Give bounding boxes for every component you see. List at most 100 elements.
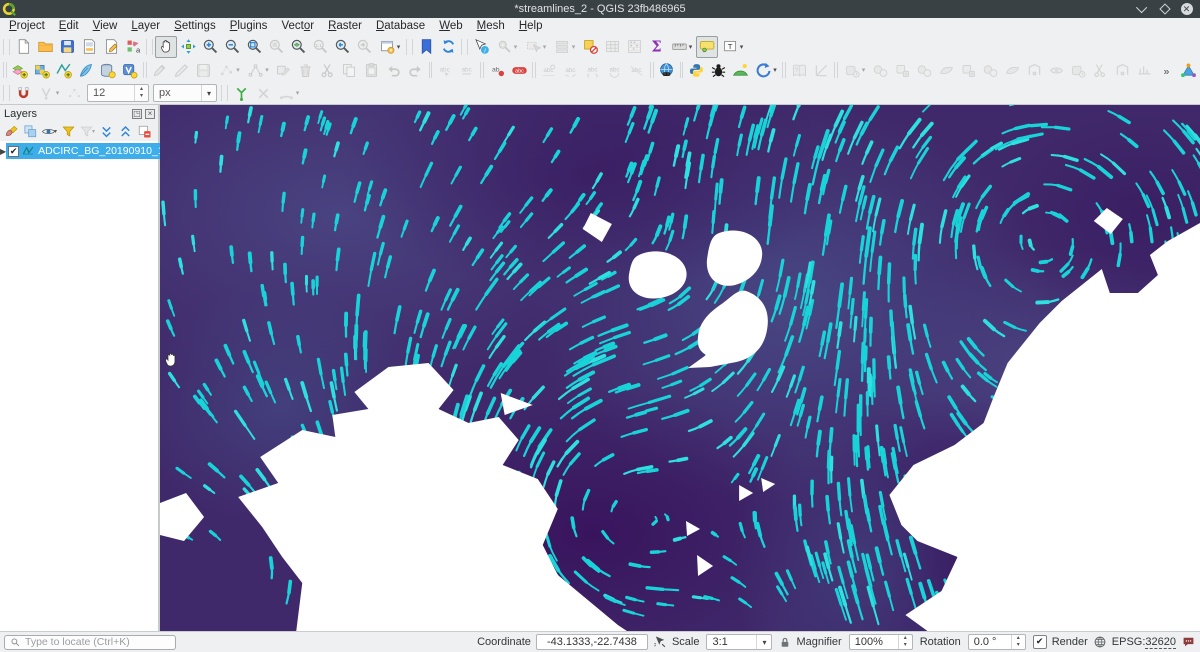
menu-web[interactable]: Web bbox=[432, 18, 469, 35]
mouse-extent-icon[interactable] bbox=[653, 635, 667, 649]
add-delimited-text-layer-button[interactable] bbox=[75, 59, 97, 81]
show-bookmarks-button[interactable] bbox=[415, 36, 437, 58]
xgray-icon bbox=[255, 85, 272, 102]
add-vector-layer-button[interactable] bbox=[9, 59, 31, 81]
layer-visibility-checkbox[interactable]: ✔ bbox=[8, 146, 19, 157]
enable-tracing-button[interactable] bbox=[230, 82, 252, 104]
menu-help[interactable]: Help bbox=[512, 18, 550, 35]
grass-tools-button[interactable] bbox=[729, 59, 751, 81]
menu-plugins[interactable]: Plugins bbox=[223, 18, 275, 35]
remove-layer-button[interactable] bbox=[135, 122, 153, 140]
python-console-button[interactable] bbox=[685, 59, 707, 81]
processing-history-button[interactable]: ▾ bbox=[751, 59, 780, 81]
dotsgray-icon bbox=[66, 85, 83, 102]
dropdown-caret-icon: ▾ bbox=[862, 66, 866, 74]
add-mesh-layer-button[interactable] bbox=[53, 59, 75, 81]
toolbar-separator bbox=[3, 62, 7, 78]
metasearch-button[interactable] bbox=[656, 59, 678, 81]
locate-input[interactable]: Type to locate (Ctrl+K) bbox=[4, 635, 176, 650]
pan-map-button[interactable] bbox=[155, 36, 177, 58]
menu-view[interactable]: View bbox=[86, 18, 125, 35]
open-layer-styling-button[interactable] bbox=[2, 122, 20, 140]
add-virtual-layer-button[interactable] bbox=[119, 59, 141, 81]
measure-line-button[interactable]: ▾ bbox=[667, 36, 696, 58]
panel-close-icon[interactable]: × bbox=[145, 109, 155, 119]
toolbar-separator bbox=[834, 62, 838, 78]
toolbar-separator bbox=[3, 39, 10, 55]
deselect-all-button[interactable] bbox=[579, 36, 601, 58]
snapping-units-combo[interactable]: px▾ bbox=[153, 84, 217, 102]
messages-icon[interactable] bbox=[1181, 635, 1196, 649]
menu-database[interactable]: Database bbox=[369, 18, 432, 35]
style-manager-button[interactable]: a bbox=[122, 36, 144, 58]
layer-labeling-options-button[interactable]: ab bbox=[486, 59, 508, 81]
action-icon bbox=[496, 38, 513, 55]
refresh-map-button[interactable] bbox=[437, 36, 459, 58]
copy-features-button bbox=[339, 59, 361, 81]
toolbox-icon bbox=[1180, 62, 1197, 79]
panel-float-icon[interactable]: ◳ bbox=[132, 109, 142, 119]
rotation-spinbox[interactable]: 0.0 ° ▴▾ bbox=[968, 634, 1026, 650]
snapping-tolerance-spinbox[interactable]: 12▴▾ bbox=[87, 84, 149, 102]
maximize-button[interactable] bbox=[1158, 3, 1171, 16]
rotate-label-button: abc bbox=[604, 59, 626, 81]
zoom-full-button[interactable] bbox=[243, 36, 265, 58]
close-button[interactable]: ✕ bbox=[1180, 3, 1193, 16]
pencil2-icon bbox=[173, 62, 190, 79]
lock-scale-icon[interactable] bbox=[779, 636, 791, 649]
filter-legend-button[interactable] bbox=[59, 122, 77, 140]
crs-globe-icon[interactable] bbox=[1093, 635, 1107, 649]
layer-diagram-options-button[interactable]: abc bbox=[508, 59, 530, 81]
dropdown-caret-icon: ▾ bbox=[236, 66, 240, 74]
dropdown-caret-icon: ▾ bbox=[514, 43, 518, 51]
collapse-all-button[interactable] bbox=[116, 122, 134, 140]
enable-snapping-button[interactable] bbox=[12, 82, 34, 104]
map-canvas[interactable] bbox=[160, 105, 1200, 631]
menu-settings[interactable]: Settings bbox=[167, 18, 223, 35]
layer-row[interactable]: ▶ ✔ ADCIRC_BG_20190910_1t bbox=[0, 143, 158, 159]
show-layout-manager-button[interactable] bbox=[100, 36, 122, 58]
manage-map-themes-button[interactable]: ▾ bbox=[40, 122, 58, 140]
toolbar-overflow-button[interactable]: » bbox=[1155, 59, 1177, 81]
add-database-layer-button[interactable] bbox=[97, 59, 119, 81]
coordinate-input[interactable]: -43.1333,-22.7438 bbox=[536, 634, 648, 650]
menu-mesh[interactable]: Mesh bbox=[470, 18, 512, 35]
identify-features-button[interactable]: i bbox=[470, 36, 492, 58]
zoom-in-button[interactable] bbox=[199, 36, 221, 58]
open-attribute-table-button bbox=[601, 36, 623, 58]
run-feature-action-button: ▾ bbox=[492, 36, 521, 58]
menu-project[interactable]: Project bbox=[2, 18, 52, 35]
digitizing-tool-4-button bbox=[913, 59, 935, 81]
zoom-last-button[interactable] bbox=[331, 36, 353, 58]
processing-toolbox-button[interactable] bbox=[1177, 59, 1199, 81]
textannot-icon: T bbox=[722, 38, 739, 55]
add-raster-layer-button[interactable] bbox=[31, 59, 53, 81]
menu-raster[interactable]: Raster bbox=[321, 18, 369, 35]
menu-edit[interactable]: Edit bbox=[52, 18, 86, 35]
project-new-button[interactable] bbox=[12, 36, 34, 58]
digitizing-tool-6-button bbox=[957, 59, 979, 81]
expand-all-button[interactable] bbox=[97, 122, 115, 140]
select-by-value-button: ▾ bbox=[550, 36, 579, 58]
map-tips-button[interactable] bbox=[696, 36, 718, 58]
report-issue-button[interactable] bbox=[707, 59, 729, 81]
new-print-layout-button[interactable] bbox=[78, 36, 100, 58]
menu-vector[interactable]: Vector bbox=[274, 18, 321, 35]
render-checkbox[interactable]: ✔ bbox=[1033, 635, 1047, 649]
zoom-to-layer-button[interactable] bbox=[287, 36, 309, 58]
add-group-button[interactable] bbox=[21, 122, 39, 140]
zoom-out-button[interactable] bbox=[221, 36, 243, 58]
scale-combo[interactable]: 3:1▾ bbox=[706, 634, 772, 650]
new-map-view-button[interactable]: ▾ bbox=[375, 36, 404, 58]
project-open-button[interactable] bbox=[34, 36, 56, 58]
menu-layer[interactable]: Layer bbox=[124, 18, 167, 35]
project-save-button[interactable] bbox=[56, 36, 78, 58]
gd4-icon bbox=[1004, 62, 1021, 79]
pan-to-selection-button[interactable] bbox=[177, 36, 199, 58]
magnifier-spinbox[interactable]: 100% ▴▾ bbox=[849, 634, 913, 650]
crs-status[interactable]: EPSG:32620 bbox=[1112, 636, 1176, 648]
addraster-icon bbox=[33, 62, 50, 79]
show-sum-of-features-button[interactable]: Σ bbox=[645, 36, 667, 58]
minimize-button[interactable] bbox=[1136, 3, 1149, 16]
text-annotation-button[interactable]: T▾ bbox=[718, 36, 747, 58]
